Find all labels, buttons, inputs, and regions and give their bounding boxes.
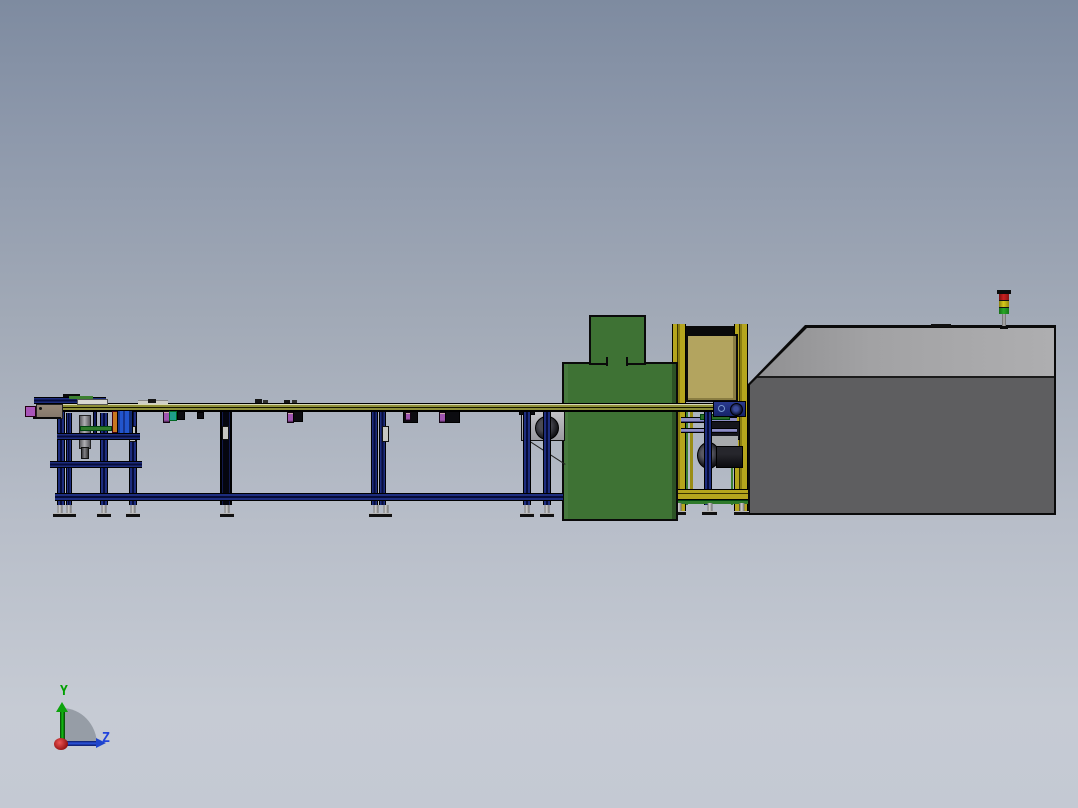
- belt-part: [148, 399, 156, 403]
- gearbox-bolt: [718, 405, 725, 412]
- infeed-underline: [33, 417, 61, 419]
- axis-z-shaft[interactable]: [65, 741, 96, 746]
- leveling-foot: [62, 505, 76, 517]
- tower-red-light: [999, 294, 1009, 301]
- sensor-block: [197, 412, 204, 419]
- enclosure-machine-body: [750, 328, 1054, 513]
- spindle-tip: [81, 447, 89, 459]
- belt-part: [263, 400, 268, 403]
- signal-tower: [996, 289, 1012, 330]
- axis-origin-dot[interactable]: [54, 738, 68, 750]
- sensor-block: [405, 412, 411, 421]
- leveling-foot: [379, 505, 392, 517]
- sensor-block: [169, 411, 177, 421]
- conveyor-leg: [371, 412, 378, 505]
- roof-handle: [931, 324, 951, 327]
- drive-motor-blue: [117, 410, 133, 435]
- frame-bottom-beam: [672, 489, 748, 500]
- sensor-block: [445, 411, 460, 423]
- infeed-green-rail: [80, 426, 112, 431]
- axis-y-arrowhead[interactable]: [56, 702, 68, 712]
- gearbox-hub: [730, 403, 743, 416]
- leveling-foot: [220, 505, 234, 517]
- infeed-mid-beam: [57, 433, 140, 440]
- conveyor-leg: [543, 412, 551, 505]
- panel-door-tan: [686, 334, 738, 402]
- leveling-foot: [540, 505, 554, 517]
- conveyor-leg: [57, 404, 65, 505]
- sensor-clip: [382, 426, 389, 442]
- sensor-block: [177, 411, 185, 420]
- leveling-foot: [702, 503, 717, 515]
- belt-part: [284, 400, 290, 403]
- conveyor-leg: [523, 412, 531, 505]
- cad-viewport-canvas[interactable]: Y Z: [0, 0, 1078, 808]
- axis-y-label: Y: [60, 684, 68, 699]
- conveyor-rail: [57, 403, 743, 412]
- hopper-neck: [606, 357, 628, 366]
- leveling-foot: [97, 505, 111, 517]
- infeed-white-strip: [77, 399, 108, 405]
- sensor-clip: [222, 426, 229, 440]
- tower-base: [1000, 326, 1008, 329]
- sensor-block: [293, 411, 303, 422]
- hopper-machine-body: [562, 362, 678, 521]
- belt-part: [255, 399, 262, 403]
- leveling-foot: [126, 505, 140, 517]
- tower-yellow-light: [999, 301, 1009, 308]
- infeed-tan-box-dot: [39, 407, 42, 410]
- conveyor-leg: [66, 413, 72, 505]
- axis-z-label: Z: [102, 731, 110, 746]
- triad-quarter-disc: [62, 708, 97, 745]
- conveyor-cross-brace: [55, 493, 563, 501]
- enclosure-roof-band: [750, 328, 1054, 378]
- leveling-foot: [520, 505, 534, 517]
- orientation-triad: Y Z: [40, 680, 130, 765]
- sensor-magenta-box: [25, 406, 36, 417]
- belt-part: [292, 400, 297, 403]
- drive-motor-black: [716, 446, 743, 468]
- leveling-foot: [734, 503, 749, 515]
- infeed-lower-beam: [50, 461, 142, 468]
- spindle-cylinder: [79, 415, 91, 449]
